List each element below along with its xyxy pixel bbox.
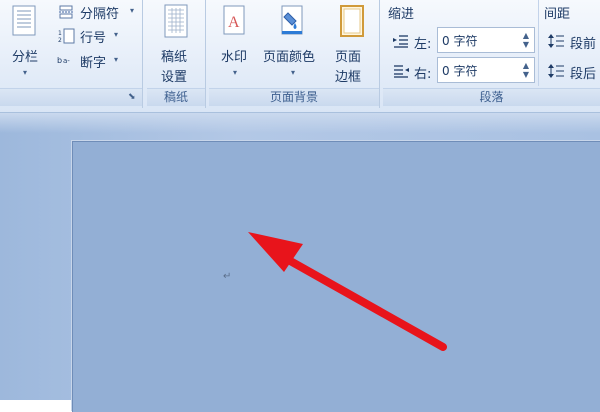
indent-header: 缩进: [388, 7, 415, 22]
indent-right-icon: [394, 65, 409, 78]
watermark-icon: A: [223, 5, 245, 35]
columns-button[interactable]: 分栏 ▾: [4, 2, 46, 84]
indent-right-value: 0 字符: [442, 64, 478, 78]
indent-right-label: 右:: [414, 67, 432, 82]
chevron-down-icon: ▾: [114, 30, 119, 39]
page-border-icon: [340, 5, 364, 37]
columns-label: 分栏: [12, 50, 39, 65]
chevron-down-icon: ▾: [233, 68, 238, 77]
hyphenation-icon: b a-: [57, 56, 70, 65]
columns-icon: [12, 5, 36, 36]
group-page-background: A 水印 ▾ 页面颜色 ▾ 页面 边框 页面背景: [209, 0, 380, 108]
indent-left-spinner[interactable]: 0 字符 ▲ ▼: [437, 27, 535, 53]
line-numbers-label: 行号: [80, 31, 107, 46]
spacing-after-icon: [548, 64, 564, 78]
svg-text:2: 2: [58, 37, 62, 44]
spacing-before-label: 段前: [570, 37, 597, 52]
spin-up-icon[interactable]: ▲: [523, 61, 529, 70]
manuscript-settings-label-line1: 稿纸: [161, 50, 188, 65]
breaks-button[interactable]: 分隔符 ▾: [56, 2, 140, 22]
svg-text:b: b: [57, 56, 62, 65]
hyphenation-button[interactable]: b a- 断字 ▾: [56, 51, 140, 71]
spin-up-icon[interactable]: ▲: [523, 31, 529, 40]
document-page[interactable]: [72, 141, 600, 412]
chevron-down-icon: ▾: [23, 68, 28, 77]
group-label-manuscript: 稿纸: [147, 88, 205, 106]
page-border-label-line2: 边框: [335, 70, 362, 85]
ribbon: 分栏 ▾ 分隔符 ▾ 1 2 行号 ▾ b a- 断字 ▾ ⬊ 稿纸 设置 稿纸…: [0, 0, 600, 113]
page-color-button[interactable]: 页面颜色 ▾: [259, 2, 329, 86]
spin-down-icon[interactable]: ▼: [523, 70, 529, 79]
watermark-button[interactable]: A 水印 ▾: [213, 2, 255, 86]
chevron-down-icon: ▾: [130, 6, 135, 15]
indent-left-label: 左:: [414, 37, 432, 52]
spacing-before-icon: [548, 34, 564, 48]
chevron-down-icon: ▾: [114, 55, 119, 64]
group-label-page-background: 页面背景: [209, 88, 379, 106]
page-color-icon: [281, 5, 303, 35]
group-paragraph: 缩进 左: 0 字符 ▲ ▼ 右: 0 字符 ▲ ▼ 间距 段前 段后 段落: [383, 0, 600, 108]
ribbon-shadow: [0, 113, 600, 133]
svg-text:A: A: [228, 14, 240, 31]
spacing-header: 间距: [544, 7, 571, 22]
page-color-label: 页面颜色: [263, 50, 316, 65]
manuscript-icon: [164, 4, 188, 38]
breaks-label: 分隔符: [80, 7, 120, 22]
group-page-setup: 分栏 ▾ 分隔符 ▾ 1 2 行号 ▾ b a- 断字 ▾ ⬊: [0, 0, 143, 108]
svg-text:a-: a-: [63, 57, 70, 65]
chevron-down-icon: ▾: [291, 68, 296, 77]
group-label-paragraph: 段落: [383, 88, 600, 106]
line-numbers-button[interactable]: 1 2 行号 ▾: [56, 26, 140, 46]
page-border-button[interactable]: 页面 边框: [331, 2, 375, 86]
spin-down-icon[interactable]: ▼: [523, 40, 529, 49]
page-border-label-line1: 页面: [335, 50, 362, 65]
spacing-after-label: 段后: [570, 67, 597, 82]
svg-text:1: 1: [58, 30, 62, 37]
indent-left-icon: [393, 35, 408, 48]
paragraph-divider: [538, 0, 539, 86]
paragraph-mark: ↵: [223, 271, 232, 282]
indent-left-value: 0 字符: [442, 34, 478, 48]
launcher-icon[interactable]: ⬊: [128, 92, 136, 102]
group-label-page-setup: [0, 88, 142, 106]
line-numbers-icon: 1 2: [58, 28, 75, 44]
hyphenation-label: 断字: [80, 56, 107, 71]
manuscript-settings-button[interactable]: 稿纸 设置: [151, 2, 203, 88]
manuscript-settings-label-line2: 设置: [161, 70, 188, 85]
breaks-icon: [59, 5, 74, 19]
indent-right-spinner[interactable]: 0 字符 ▲ ▼: [437, 57, 535, 83]
group-manuscript: 稿纸 设置 稿纸: [147, 0, 206, 108]
watermark-label: 水印: [221, 50, 248, 65]
